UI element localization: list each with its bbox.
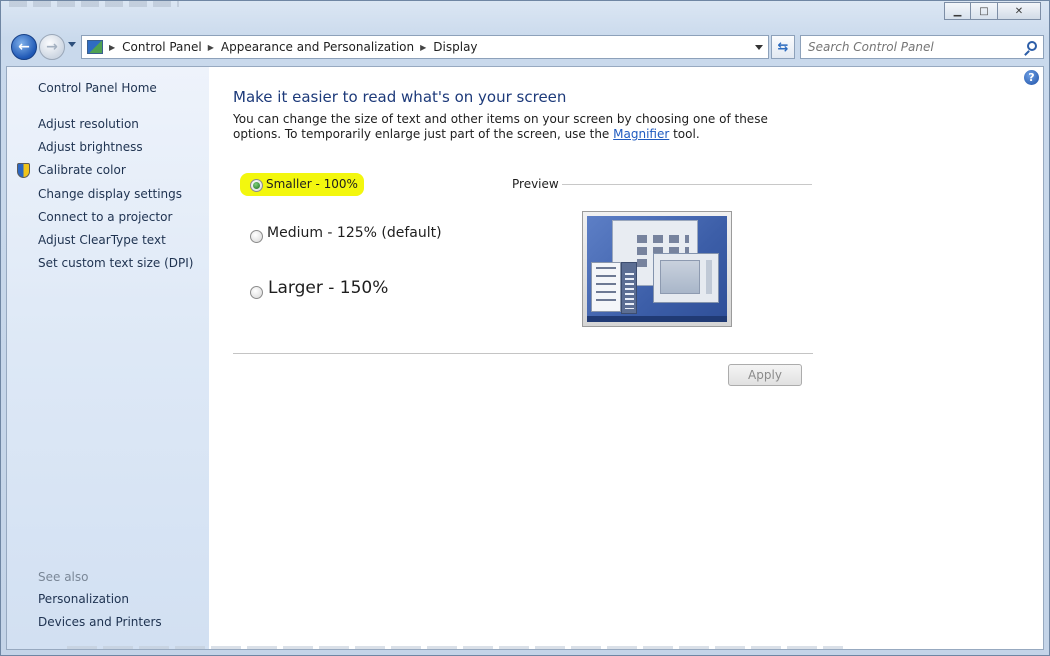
see-also-heading: See also [38, 570, 89, 584]
preview-window-list [591, 262, 621, 312]
sidebar-item-adjust-resolution[interactable]: Adjust resolution [38, 117, 139, 131]
content-area: Control Panel Home Adjust resolution Adj… [6, 66, 1044, 650]
back-arrow-icon: ← [18, 39, 30, 55]
sidebar-item-personalization[interactable]: Personalization [38, 592, 129, 606]
breadcrumb-appearance-personalization[interactable]: Appearance and Personalization [221, 40, 414, 54]
chevron-right-icon[interactable]: ▶ [208, 43, 214, 52]
magnifier-link[interactable]: Magnifier [613, 127, 669, 141]
sidebar-item-adjust-brightness[interactable]: Adjust brightness [38, 140, 143, 154]
control-panel-icon [87, 40, 103, 54]
option-label-smaller[interactable]: Smaller - 100% [266, 177, 358, 191]
maximize-button[interactable]: □ [971, 2, 998, 20]
back-button[interactable]: ← [11, 34, 37, 60]
forward-arrow-icon: → [46, 39, 58, 55]
radio-medium[interactable] [250, 230, 263, 243]
preview-divider [562, 184, 812, 185]
sidebar-item-calibrate-color[interactable]: Calibrate color [38, 163, 126, 177]
divider [233, 353, 813, 354]
preview-image [582, 211, 732, 327]
apply-button[interactable]: Apply [728, 364, 802, 386]
chevron-right-icon[interactable]: ▶ [109, 43, 115, 52]
close-button[interactable]: ✕ [998, 2, 1041, 20]
main-panel: Make it easier to read what's on your sc… [232, 67, 1043, 649]
radio-larger[interactable] [250, 286, 263, 299]
status-bar-text [67, 646, 843, 649]
address-bar[interactable]: ▶ Control Panel ▶ Appearance and Persona… [81, 35, 769, 59]
minimize-button[interactable]: ▁ [944, 2, 971, 20]
window: ▁ □ ✕ ← → ▶ Control Panel ▶ Appearance a… [0, 0, 1050, 656]
sidebar-item-control-panel-home[interactable]: Control Panel Home [38, 81, 157, 95]
search-input[interactable] [808, 40, 1018, 54]
sidebar-item-change-display-settings[interactable]: Change display settings [38, 187, 182, 201]
option-label-larger[interactable]: Larger - 150% [268, 278, 388, 298]
sidebar-item-custom-text-size[interactable]: Set custom text size (DPI) [38, 256, 193, 270]
radio-smaller[interactable] [250, 179, 263, 192]
recent-pages-dropdown[interactable] [68, 42, 76, 47]
sidebar-item-devices-printers[interactable]: Devices and Printers [38, 615, 162, 629]
preview-window-front [653, 253, 719, 303]
breadcrumb-display[interactable]: Display [433, 40, 477, 54]
page-description: You can change the size of text and othe… [233, 112, 793, 142]
sidebar-item-connect-projector[interactable]: Connect to a projector [38, 210, 172, 224]
chevron-right-icon[interactable]: ▶ [420, 43, 426, 52]
search-icon[interactable] [1027, 41, 1037, 51]
option-label-medium[interactable]: Medium - 125% (default) [267, 225, 442, 241]
uac-shield-icon [17, 163, 30, 178]
navigation-bar: ← → ▶ Control Panel ▶ Appearance and Per… [7, 32, 1044, 62]
search-box[interactable] [800, 35, 1044, 59]
preview-taskbar [587, 316, 727, 322]
address-dropdown-icon[interactable] [755, 45, 763, 50]
refresh-icon: ⇆ [777, 39, 789, 55]
forward-button[interactable]: → [39, 34, 65, 60]
refresh-button[interactable]: ⇆ [771, 35, 795, 59]
breadcrumb-control-panel[interactable]: Control Panel [122, 40, 202, 54]
description-text-end: tool. [669, 127, 700, 141]
title-bar-text [9, 1, 179, 7]
sidebar: Control Panel Home Adjust resolution Adj… [7, 67, 209, 649]
preview-window-dark [621, 262, 637, 314]
preview-label: Preview [512, 177, 559, 191]
page-title: Make it easier to read what's on your sc… [233, 88, 567, 106]
sidebar-item-adjust-cleartype[interactable]: Adjust ClearType text [38, 233, 166, 247]
preview-screen [587, 216, 727, 322]
caption-buttons: ▁ □ ✕ [944, 2, 1041, 20]
